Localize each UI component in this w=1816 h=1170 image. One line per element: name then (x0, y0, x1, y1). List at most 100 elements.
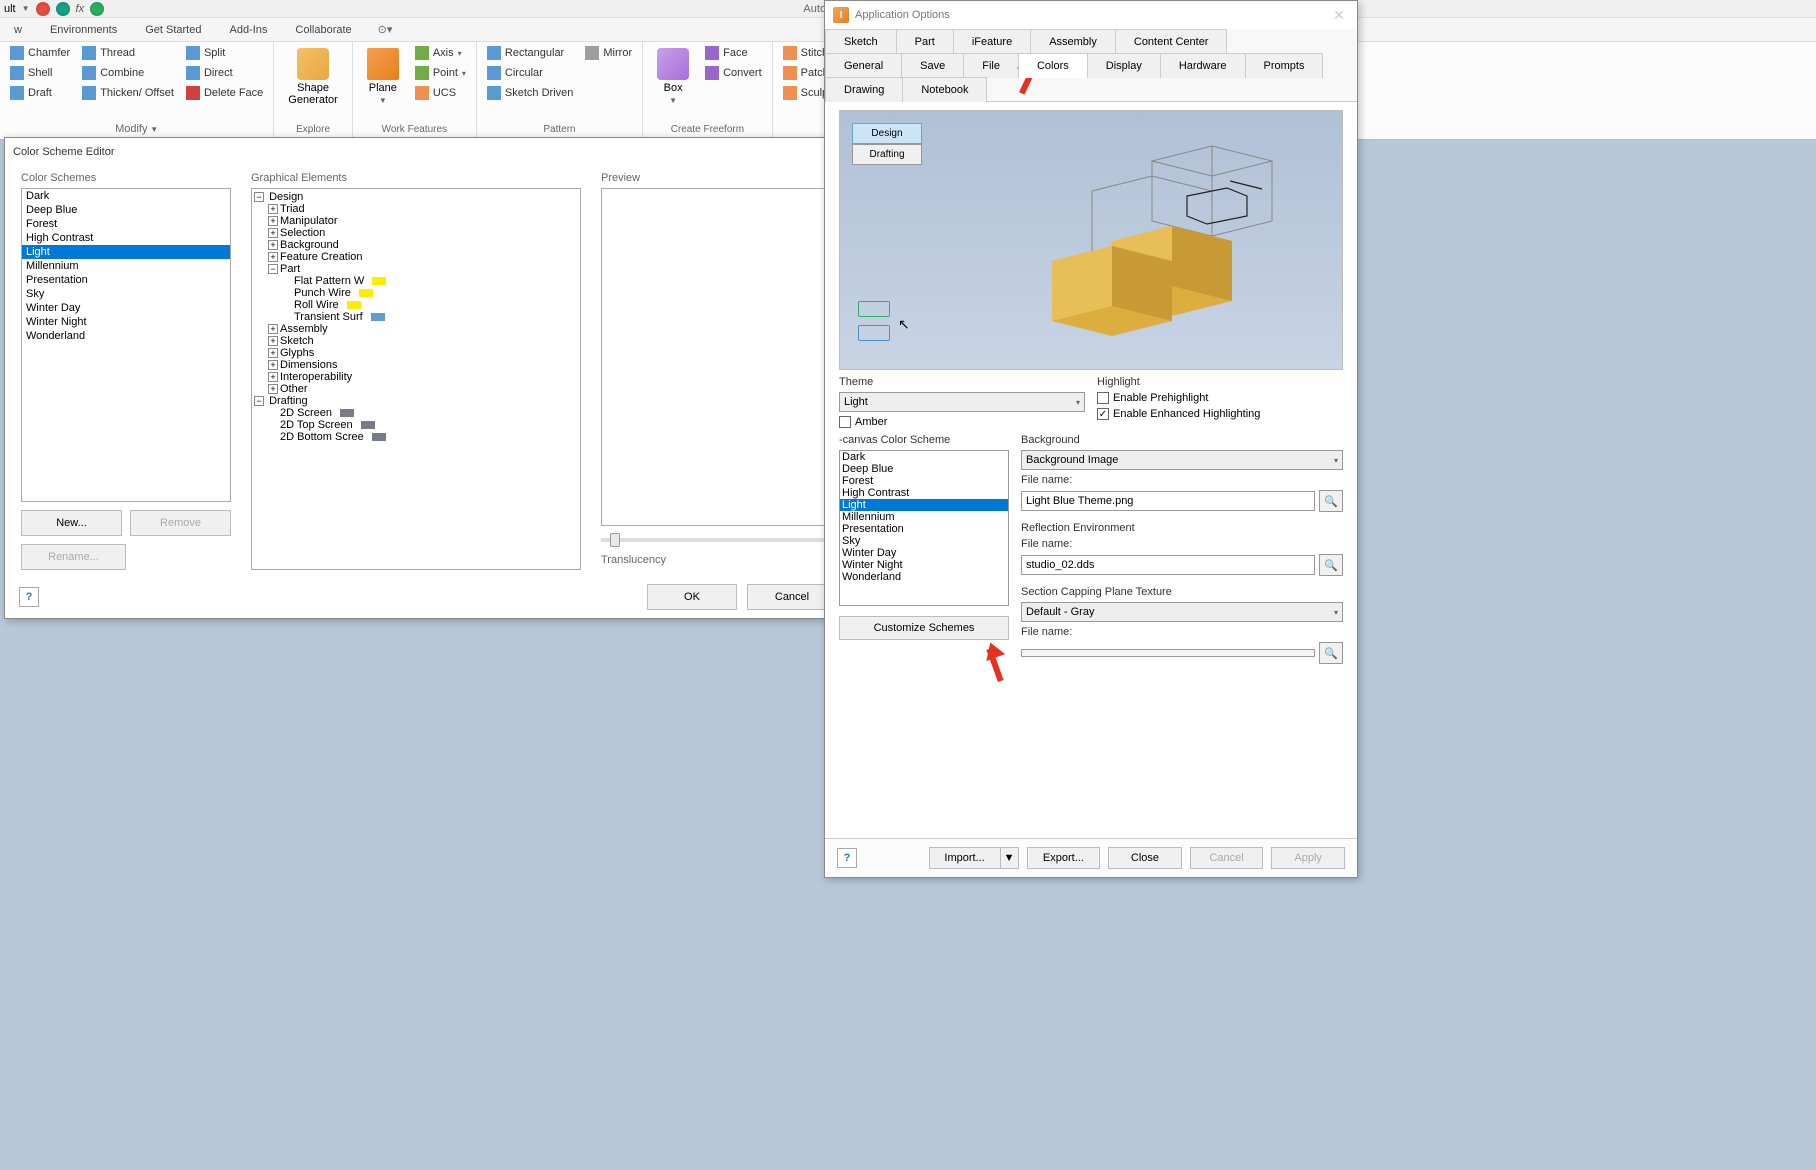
expand-icon[interactable]: + (268, 252, 278, 262)
ucs-button[interactable]: UCS (411, 84, 470, 102)
material-icon[interactable] (36, 2, 50, 16)
enable-prehighlight-checkbox[interactable]: Enable Prehighlight (1097, 392, 1343, 404)
expand-icon[interactable]: + (268, 204, 278, 214)
appearance-icon[interactable] (56, 2, 70, 16)
tree-item[interactable]: Background (280, 239, 339, 251)
ao-tab-part[interactable]: Part (896, 29, 954, 54)
tree-item[interactable]: 2D Bottom Scree (280, 431, 364, 443)
expand-icon[interactable]: + (268, 348, 278, 358)
expand-icon[interactable]: + (268, 324, 278, 334)
help-icon[interactable]: ? (19, 587, 39, 607)
thread-button[interactable]: Thread (78, 44, 178, 62)
design-toggle[interactable]: Design (852, 123, 922, 144)
color-swatch[interactable] (372, 277, 386, 285)
chamfer-button[interactable]: Chamfer (6, 44, 74, 62)
tree-item[interactable]: Assembly (280, 323, 328, 335)
scheme-item[interactable]: Deep Blue (22, 203, 230, 217)
ao-tab-colors[interactable]: Colors (1018, 53, 1088, 78)
convert-button[interactable]: Convert (701, 64, 766, 82)
tab-add-ins[interactable]: Add-Ins (215, 20, 281, 40)
ao-tab-sketch[interactable]: Sketch (825, 29, 897, 54)
graphical-elements-tree[interactable]: − Design +Triad+Manipulator+Selection+Ba… (251, 188, 581, 570)
theme-select[interactable]: Light▾ (839, 392, 1085, 412)
shape-generator-button[interactable]: Shape Generator (280, 44, 346, 110)
drafting-toggle[interactable]: Drafting (852, 144, 922, 165)
scheme-item[interactable]: High Contrast (22, 231, 230, 245)
enable-enhanced-checkbox[interactable]: ✓ Enable Enhanced Highlighting (1097, 408, 1343, 420)
thicken-offset-button[interactable]: Thicken/ Offset (78, 84, 178, 102)
tree-item[interactable]: Dimensions (280, 359, 337, 371)
scheme-item[interactable]: Light (22, 245, 230, 259)
combine-button[interactable]: Combine (78, 64, 178, 82)
ao-tab-assembly[interactable]: Assembly (1030, 29, 1116, 54)
ao-tab-prompts[interactable]: Prompts (1245, 53, 1324, 78)
collapse-icon[interactable]: − (254, 192, 264, 202)
tree-part[interactable]: Part (280, 263, 300, 275)
circular-button[interactable]: Circular (483, 64, 577, 82)
tab-dropdown-icon[interactable]: ⊙▾ (378, 23, 393, 36)
new-button[interactable]: New... (21, 510, 122, 536)
color-schemes-list[interactable]: DarkDeep BlueForestHigh ContrastLightMil… (21, 188, 231, 502)
tree-item[interactable]: Feature Creation (280, 251, 363, 263)
shell-button[interactable]: Shell (6, 64, 74, 82)
canvas-scheme-item[interactable]: Wonderland (840, 571, 1008, 583)
face-button[interactable]: Face (701, 44, 766, 62)
close-icon[interactable]: ✕ (1329, 5, 1349, 25)
canvas-scheme-item[interactable]: Light (840, 499, 1008, 511)
browse-icon[interactable]: 🔍 (1319, 554, 1343, 576)
canvas-scheme-item[interactable]: Millennium (840, 511, 1008, 523)
canvas-scheme-item[interactable]: Sky (840, 535, 1008, 547)
canvas-scheme-item[interactable]: Forest (840, 475, 1008, 487)
color-swatch[interactable] (359, 289, 373, 297)
tab-collaborate[interactable]: Collaborate (281, 20, 365, 40)
scheme-item[interactable]: Millennium (22, 259, 230, 273)
draft-button[interactable]: Draft (6, 84, 74, 102)
collapse-icon[interactable]: − (268, 264, 278, 274)
color-swatch[interactable] (361, 421, 375, 429)
import-button[interactable]: Import... (929, 847, 1001, 869)
canvas-scheme-item[interactable]: Deep Blue (840, 463, 1008, 475)
canvas-scheme-item[interactable]: Dark (840, 451, 1008, 463)
expand-icon[interactable]: + (268, 384, 278, 394)
expand-icon[interactable]: + (268, 240, 278, 250)
scheme-item[interactable]: Forest (22, 217, 230, 231)
help-icon[interactable]: ? (837, 848, 857, 868)
tree-drafting[interactable]: Drafting (269, 395, 308, 407)
color-swatch[interactable] (371, 313, 385, 321)
bg-file-input[interactable]: Light Blue Theme.png (1021, 491, 1315, 511)
background-type-select[interactable]: Background Image▾ (1021, 450, 1343, 470)
ao-titlebar[interactable]: I Application Options ✕ (825, 1, 1357, 29)
box-button[interactable]: Box ▼ (649, 44, 697, 109)
expand-icon[interactable]: + (268, 336, 278, 346)
rectangular-button[interactable]: Rectangular (483, 44, 577, 62)
canvas-scheme-item[interactable]: Winter Day (840, 547, 1008, 559)
canvas-scheme-list[interactable]: DarkDeep BlueForestHigh ContrastLightMil… (839, 450, 1009, 606)
expand-icon[interactable]: + (268, 372, 278, 382)
fx-label[interactable]: fx (76, 3, 85, 15)
direct-button[interactable]: Direct (182, 64, 267, 82)
tree-item[interactable]: Selection (280, 227, 325, 239)
ok-button[interactable]: OK (647, 584, 737, 610)
tree-item[interactable]: 2D Top Screen (280, 419, 353, 431)
ao-tab-hardware[interactable]: Hardware (1160, 53, 1246, 78)
expand-icon[interactable]: + (268, 216, 278, 226)
import-dropdown[interactable]: ▼ (1001, 847, 1019, 869)
expand-icon[interactable]: + (268, 228, 278, 238)
section-select[interactable]: Default - Gray▾ (1021, 602, 1343, 622)
split-button[interactable]: Split (182, 44, 267, 62)
color-swatch[interactable] (347, 301, 361, 309)
ao-tab-drawing[interactable]: Drawing (825, 77, 903, 102)
canvas-scheme-item[interactable]: Winter Night (840, 559, 1008, 571)
section-file-input[interactable] (1021, 649, 1315, 657)
tree-item[interactable]: Sketch (280, 335, 314, 347)
tree-item[interactable]: Interoperability (280, 371, 352, 383)
expand-icon[interactable]: + (268, 360, 278, 370)
export-button[interactable]: Export... (1027, 847, 1101, 869)
axis-button[interactable]: Axis ▾ (411, 44, 470, 62)
tree-item[interactable]: Roll Wire (294, 299, 339, 311)
ao-tab-file[interactable]: File (963, 53, 1019, 78)
ao-tab-notebook[interactable]: Notebook (902, 77, 987, 102)
tree-item[interactable]: Other (280, 383, 308, 395)
ao-tab-general[interactable]: General (825, 53, 902, 78)
tree-item[interactable]: Glyphs (280, 347, 314, 359)
